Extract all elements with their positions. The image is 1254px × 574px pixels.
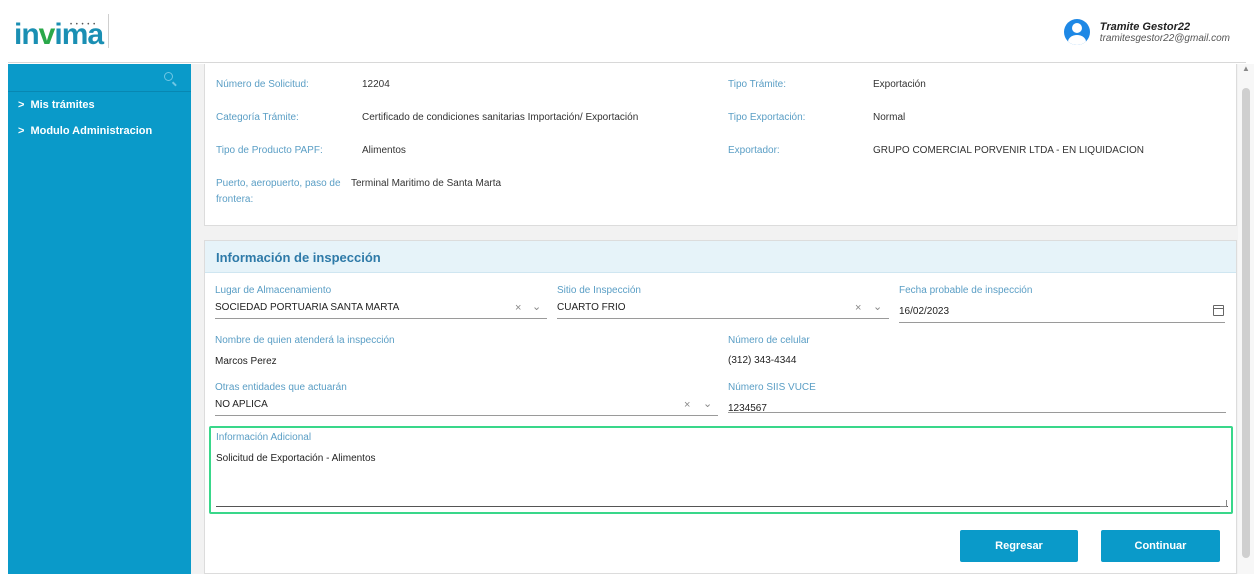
sitio-select[interactable]: CUARTO FRIO [557, 302, 626, 313]
continuar-button[interactable]: Continuar [1101, 530, 1220, 562]
tipo-tramite-label: Tipo Trámite: [728, 79, 786, 90]
search-icon[interactable] [164, 72, 173, 81]
chevron-right-icon: > [18, 125, 25, 137]
chevron-down-icon[interactable]: ⌄ [703, 397, 712, 410]
textarea-underline [216, 506, 1228, 507]
tipo-tramite-value: Exportación [873, 79, 926, 90]
otras-entidades-select[interactable]: NO APLICA [215, 399, 268, 410]
fecha-label: Fecha probable de inspección [899, 285, 1033, 296]
sidebar-item-mis-tramites[interactable]: > Mis trámites [8, 92, 191, 118]
fecha-underline [899, 322, 1225, 323]
clear-icon[interactable]: × [855, 302, 861, 314]
chevron-down-icon[interactable]: ⌄ [532, 300, 541, 313]
puerto-label-line2: frontera: [216, 194, 254, 205]
sidebar-item-label: Modulo Administracion [30, 125, 153, 137]
inspection-card-header: Información de inspección [205, 241, 1236, 273]
calendar-icon[interactable] [1213, 305, 1224, 316]
resize-handle-icon[interactable] [1220, 500, 1227, 507]
scrollbar-thumb[interactable] [1242, 88, 1250, 558]
lugar-underline [215, 318, 547, 319]
informacion-adicional-label: Información Adicional [216, 432, 312, 443]
logo-divider [108, 14, 109, 48]
categoria-label: Categoría Trámite: [216, 112, 299, 123]
categoria-value: Certificado de condiciones sanitarias Im… [362, 112, 639, 123]
lugar-label: Lugar de Almacenamiento [215, 285, 332, 296]
puerto-value: Terminal Maritimo de Santa Marta [351, 178, 502, 189]
celular-input[interactable]: (312) 343-4344 [728, 355, 796, 366]
sidebar-search[interactable] [8, 64, 191, 92]
inspection-title: Información de inspección [216, 250, 381, 265]
clear-icon[interactable]: × [684, 399, 690, 411]
user-menu[interactable]: Tramite Gestor22 tramitesgestor22@gmail.… [1063, 19, 1230, 45]
invima-logo[interactable]: invima • • • • • [14, 18, 104, 52]
user-info: Tramite Gestor22 tramitesgestor22@gmail.… [1100, 21, 1230, 44]
puerto-label: Puerto, aeropuerto, paso de [216, 178, 341, 189]
exportador-label: Exportador: [728, 145, 780, 156]
user-avatar-icon[interactable] [1063, 19, 1090, 45]
nombre-label: Nombre de quien atenderá la inspección [215, 335, 395, 346]
sidebar-item-label: Mis trámites [30, 99, 95, 111]
sitio-label: Sitio de Inspección [557, 285, 641, 296]
tipo-exportacion-label: Tipo Exportación: [728, 112, 806, 123]
exportador-value: GRUPO COMERCIAL PORVENIR LTDA - EN LIQUI… [873, 145, 1144, 156]
sitio-underline [557, 318, 889, 319]
scroll-up-icon[interactable]: ▲ [1242, 64, 1250, 73]
sidebar: > Mis trámites > Modulo Administracion [8, 64, 191, 574]
numero-solicitud-label: Número de Solicitud: [216, 79, 309, 90]
siis-label: Número SIIS VUCE [728, 382, 816, 393]
informacion-adicional-value[interactable]: Solicitud de Exportación - Alimentos [216, 453, 376, 464]
logo-dots: • • • • • [70, 22, 97, 28]
numero-solicitud-value: 12204 [362, 79, 390, 90]
inspection-card: Información de inspección Lugar de Almac… [204, 240, 1237, 574]
informacion-adicional-textarea[interactable]: Información Adicional Solicitud de Expor… [209, 426, 1233, 514]
celular-label: Número de celular [728, 335, 810, 346]
tipo-producto-label: Tipo de Producto PAPF: [216, 145, 323, 156]
fecha-input[interactable]: 16/02/2023 [899, 306, 949, 317]
top-bar: invima • • • • • Tramite Gestor22 tramit… [8, 10, 1246, 63]
scrollbar[interactable]: ▲ [1238, 64, 1254, 574]
otras-entidades-label: Otras entidades que actuarán [215, 382, 347, 393]
nombre-input[interactable]: Marcos Perez [215, 356, 277, 367]
request-summary-card: Número de Solicitud: 12204 Tipo Trámite:… [204, 64, 1237, 226]
siis-underline [728, 412, 1226, 413]
otras-entidades-underline [215, 415, 718, 416]
tipo-producto-value: Alimentos [362, 145, 406, 156]
sidebar-item-modulo-administracion[interactable]: > Modulo Administracion [8, 118, 191, 144]
regresar-button[interactable]: Regresar [960, 530, 1078, 562]
lugar-select[interactable]: SOCIEDAD PORTUARIA SANTA MARTA [215, 302, 399, 313]
chevron-down-icon[interactable]: ⌄ [873, 300, 882, 313]
user-email: tramitesgestor22@gmail.com [1099, 32, 1230, 44]
clear-icon[interactable]: × [515, 302, 521, 314]
chevron-right-icon: > [18, 99, 25, 111]
tipo-exportacion-value: Normal [873, 112, 906, 123]
user-name: Tramite Gestor22 [1099, 20, 1191, 33]
